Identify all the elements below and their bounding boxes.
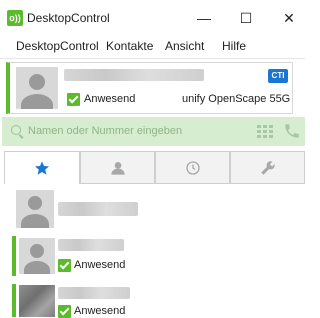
menu-bar: DesktopControl Kontakte Ansicht Hilfe [0, 36, 305, 59]
clock-icon [185, 160, 200, 175]
title-bar: o)) DesktopControl — ☐ ✕ [0, 0, 305, 36]
menu-hilfe[interactable]: Hilfe [222, 39, 246, 53]
contact-name-redacted [58, 239, 124, 251]
tab-favorites[interactable] [4, 151, 80, 184]
phone-icon[interactable] [283, 122, 301, 140]
tab-history[interactable] [155, 151, 230, 183]
search-input[interactable] [28, 122, 228, 140]
menu-desktopcontrol[interactable]: DesktopControl [16, 39, 99, 53]
presence-bar [12, 236, 16, 276]
own-status-text[interactable]: Anwesend [84, 93, 135, 105]
person-icon [110, 161, 125, 175]
menu-kontakte[interactable]: Kontakte [106, 39, 153, 53]
avatar [16, 190, 54, 228]
search-icon [11, 125, 21, 135]
dialpad-icon[interactable] [257, 125, 275, 139]
tab-bar [4, 151, 305, 184]
contact-row[interactable]: Anwesend [12, 236, 305, 276]
avatar [16, 67, 58, 109]
tab-contacts[interactable] [80, 151, 155, 183]
star-icon [35, 161, 49, 175]
window-title: DesktopControl [27, 11, 110, 25]
cti-badge: CTI [268, 69, 288, 83]
maximize-button[interactable]: ☐ [233, 6, 259, 30]
close-button[interactable]: ✕ [276, 6, 302, 30]
tab-settings[interactable] [230, 151, 305, 183]
avatar [19, 285, 55, 317]
wrench-icon [260, 160, 275, 175]
contact-name-redacted [58, 202, 138, 216]
contact-status: Anwesend [74, 259, 126, 271]
status-check-icon [67, 93, 80, 106]
app-logo-icon: o)) [7, 10, 23, 26]
contact-status: Anwesend [74, 305, 126, 317]
contact-row[interactable] [12, 188, 305, 230]
minimize-button[interactable]: — [191, 6, 217, 30]
menu-ansicht[interactable]: Ansicht [165, 39, 204, 53]
contact-row[interactable]: Anwesend [12, 284, 305, 318]
status-check-icon [58, 259, 71, 272]
presence-bar [12, 284, 16, 317]
status-check-icon [58, 305, 71, 318]
own-status-card[interactable]: CTI Anwesend unify OpenScape 55G [6, 62, 293, 114]
avatar [19, 238, 55, 274]
search-bar [2, 117, 305, 146]
contact-name-redacted [58, 287, 130, 299]
device-name: unify OpenScape 55G [182, 93, 291, 105]
own-name-redacted [64, 69, 204, 81]
